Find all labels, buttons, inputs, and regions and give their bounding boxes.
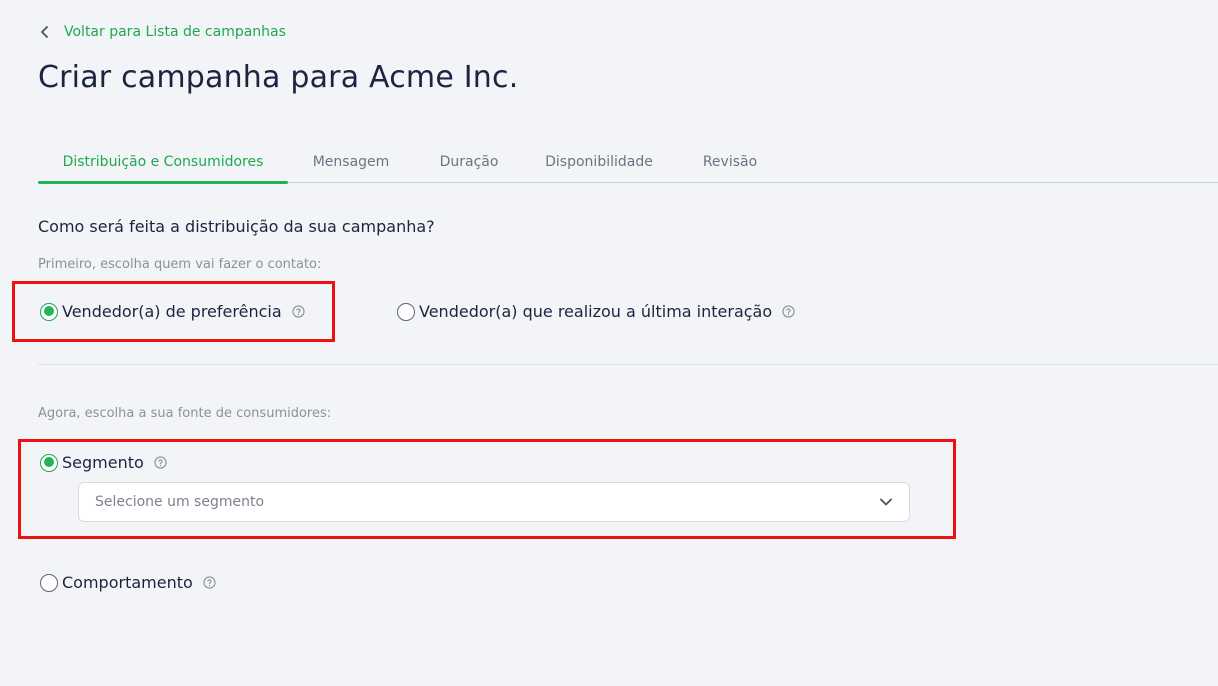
radio-preferred-seller[interactable]: Vendedor(a) de preferência (40, 302, 305, 321)
tab-label: Mensagem (312, 153, 390, 170)
radio-segment[interactable]: Segmento (40, 453, 167, 472)
radio-behavior[interactable]: Comportamento (40, 573, 216, 592)
section-divider (38, 364, 1218, 365)
question-circle-icon[interactable] (203, 576, 216, 589)
chevron-down-icon (880, 498, 892, 506)
segment-select[interactable]: Selecione um segmento (78, 482, 910, 522)
radio-last-interaction-seller[interactable]: Vendedor(a) que realizou a última intera… (397, 302, 795, 321)
distribution-hint: Primeiro, escolha quem vai fazer o conta… (38, 257, 322, 272)
campaign-steps-tabs: Distribuição e Consumidores Mensagem Dur… (38, 140, 1218, 184)
radio-label: Comportamento (62, 573, 193, 592)
question-circle-icon[interactable] (292, 305, 305, 318)
tab-availability[interactable]: Disponibilidade (524, 140, 674, 183)
tab-distribution-consumers[interactable]: Distribuição e Consumidores (38, 140, 288, 184)
tab-label: Disponibilidade (545, 153, 653, 170)
question-circle-icon[interactable] (154, 456, 167, 469)
tab-label: Duração (439, 153, 499, 170)
page-title: Criar campanha para Acme Inc. (38, 60, 519, 95)
tab-label: Revisão (702, 153, 758, 170)
radio-label: Segmento (62, 453, 144, 472)
tab-review[interactable]: Revisão (674, 140, 786, 183)
chevron-left-icon (41, 26, 48, 38)
radio-label: Vendedor(a) de preferência (62, 302, 282, 321)
back-link-label: Voltar para Lista de campanhas (64, 24, 286, 40)
distribution-question: Como será feita a distribuição da sua ca… (38, 217, 435, 236)
back-to-campaigns-link[interactable]: Voltar para Lista de campanhas (40, 24, 286, 40)
question-circle-icon[interactable] (782, 305, 795, 318)
tab-duration[interactable]: Duração (414, 140, 524, 183)
segment-select-placeholder: Selecione um segmento (95, 494, 265, 510)
tab-label: Distribuição e Consumidores (62, 153, 264, 170)
tab-message[interactable]: Mensagem (288, 140, 414, 183)
radio-checked-icon[interactable] (40, 453, 58, 472)
radio-unchecked-icon[interactable] (397, 302, 415, 321)
radio-label: Vendedor(a) que realizou a última intera… (419, 302, 773, 321)
radio-checked-icon[interactable] (40, 302, 58, 321)
radio-unchecked-icon[interactable] (40, 573, 58, 592)
consumers-hint: Agora, escolha a sua fonte de consumidor… (38, 406, 332, 421)
